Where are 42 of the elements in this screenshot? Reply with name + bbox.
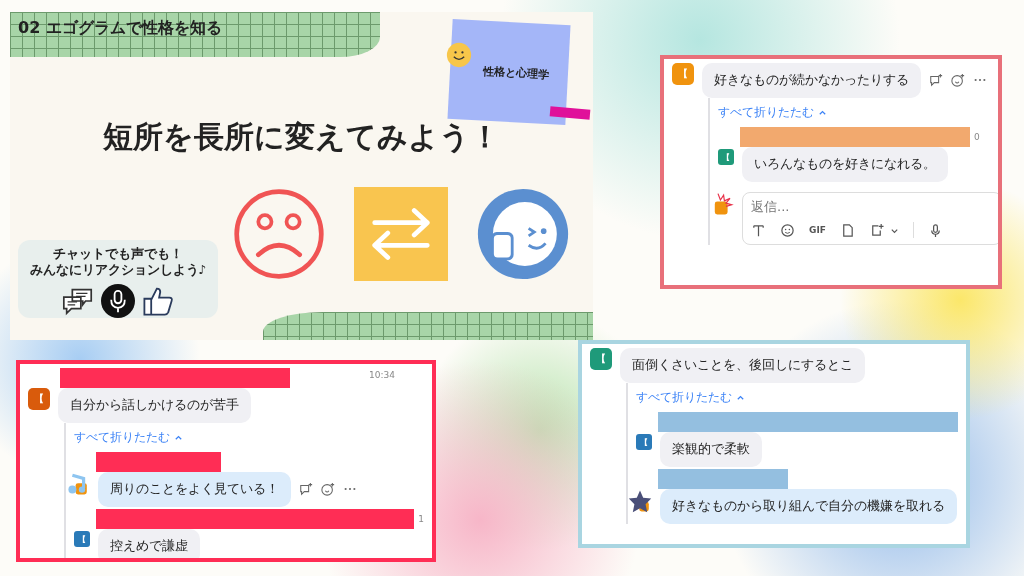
chevron-up-icon[interactable] <box>736 393 745 402</box>
message-bubble: 好きなものが続かなかったりする <box>702 63 921 98</box>
message-bubble: 自分から話しかけるのが苦手 <box>58 388 251 423</box>
gif-button[interactable]: GIF <box>809 225 826 235</box>
microphone-icon <box>101 284 135 318</box>
emoji-icon[interactable] <box>780 222 795 238</box>
smiley-icon <box>446 42 472 68</box>
section-title: 02 エゴグラムで性格を知る <box>18 18 222 39</box>
sad-face-icon <box>232 187 326 281</box>
avatar: 【 <box>636 434 652 450</box>
text-format-icon[interactable] <box>751 222 766 238</box>
timestamp: 0 <box>974 132 980 142</box>
avatar: 【 <box>590 348 612 370</box>
reply-icon[interactable] <box>929 73 943 87</box>
timestamp: 1 <box>418 514 424 524</box>
add-reaction-icon[interactable] <box>321 482 335 496</box>
swap-arrows-icon <box>354 187 448 281</box>
reply-icon[interactable] <box>299 482 313 496</box>
message-bubble: いろんなものを好きになれる。 <box>742 147 948 182</box>
message-bubble: 楽観的で柔軟 <box>660 432 762 467</box>
add-reaction-icon[interactable] <box>951 73 965 87</box>
reaction-prompt: みんなにリアクションしよう♪ <box>29 262 207 278</box>
tag-label: 性格と心理学 <box>481 63 550 82</box>
thumbs-up-wink-icon <box>476 187 570 281</box>
timestamp: 10:34 <box>369 370 395 380</box>
chevron-up-icon[interactable] <box>818 108 827 117</box>
headline: 短所を長所に変えてみよう！ <box>102 118 501 156</box>
collapse-all-link[interactable]: すべて折りたたむ <box>74 429 170 446</box>
message-bubble: 周りのことをよく見ている！ <box>98 472 291 507</box>
music-note-avatar-icon <box>66 472 90 496</box>
message-bubble: 面倒くさいことを、後回しにするとこ <box>620 348 865 383</box>
reaction-prompt: チャットでも声でも！ <box>53 246 183 262</box>
avatar: 【 <box>74 531 90 547</box>
star-avatar-icon <box>628 489 652 513</box>
avatar: 【 <box>718 149 734 165</box>
message-bubble: 控えめで謙虚 <box>98 529 200 558</box>
avatar: 【 <box>672 63 694 85</box>
avatar: 【 <box>28 388 50 410</box>
collapse-all-link[interactable]: すべて折りたたむ <box>718 104 814 121</box>
chevron-up-icon[interactable] <box>174 433 183 442</box>
collapse-all-link[interactable]: すべて折りたたむ <box>636 389 732 406</box>
message-bubble: 好きなものから取り組んで自分の機嫌を取れる <box>660 489 957 524</box>
